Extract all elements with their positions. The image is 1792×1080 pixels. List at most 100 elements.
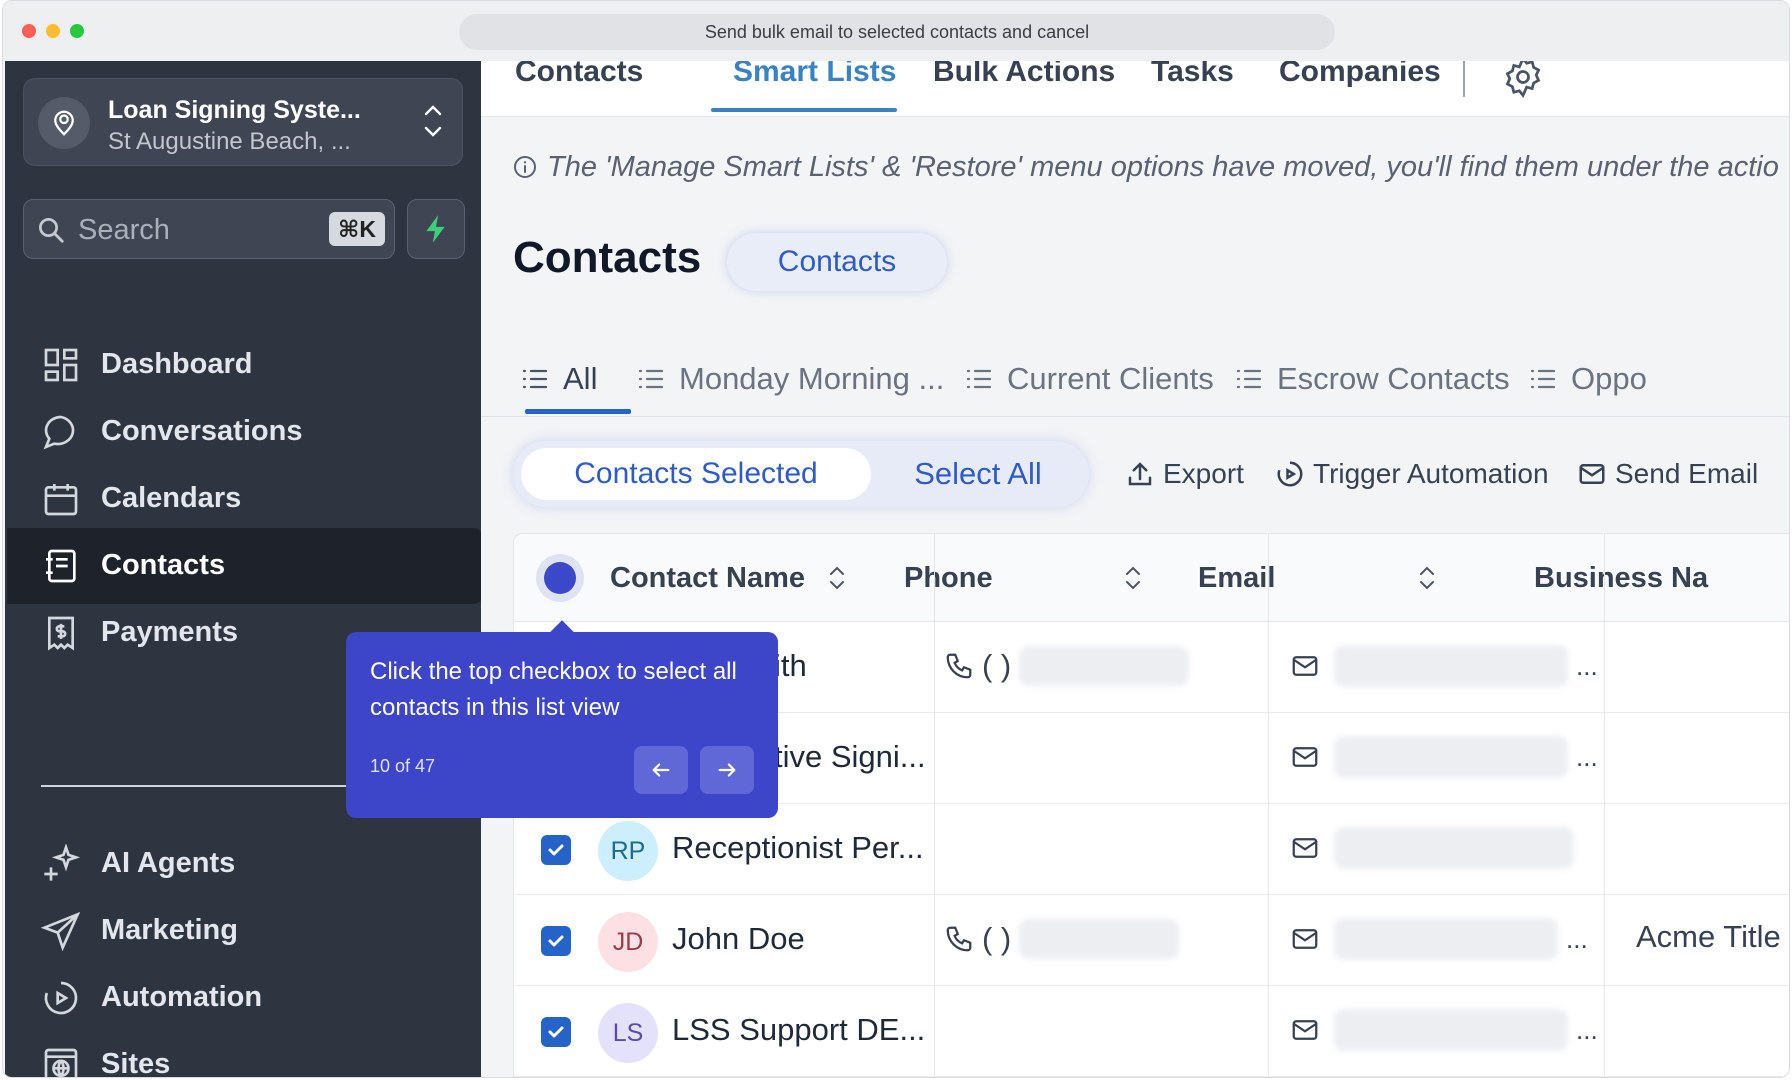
list-icon [966, 369, 992, 389]
email-cell: ... [1290, 1008, 1598, 1052]
search-input[interactable]: Search ⌘K [23, 199, 395, 259]
avatar: JD [598, 912, 658, 972]
page-title: Contacts [513, 233, 702, 282]
tab-smart-lists[interactable]: Smart Lists [733, 61, 896, 89]
tab-bulk-actions[interactable]: Bulk Actions [933, 61, 1115, 89]
smart-list-tab-label: Escrow Contacts [1277, 361, 1510, 396]
close-window-button[interactable] [22, 24, 36, 38]
redacted-phone [1019, 919, 1180, 959]
smart-list-tab-opportunities[interactable]: Oppo [1529, 349, 1647, 409]
mail-icon [1579, 464, 1605, 484]
tooltip-text: Click the top checkbox to select all con… [370, 658, 737, 721]
contact-name[interactable]: tive Signi... [774, 739, 926, 775]
quick-actions-button[interactable] [407, 199, 465, 259]
sort-icon[interactable] [1124, 564, 1142, 592]
trigger-automation-label: Trigger Automation [1313, 458, 1549, 489]
contact-name[interactable]: Receptionist Per... [672, 830, 924, 866]
smart-list-tab-all[interactable]: All [521, 349, 597, 409]
checkmark-icon [548, 1026, 564, 1038]
table-row[interactable]: LS LSS Support DE... ... [514, 986, 1789, 1077]
smart-list-tab-monday-morning[interactable]: Monday Morning ... [637, 349, 944, 409]
info-notice: The 'Manage Smart Lists' & 'Restore' men… [513, 147, 1789, 187]
arrow-right-icon [718, 763, 736, 777]
row-checkbox[interactable] [541, 1017, 571, 1047]
sort-icon[interactable] [1418, 564, 1436, 592]
search-icon [36, 215, 66, 245]
sidebar-item-automation[interactable]: Automation [7, 960, 483, 1036]
sparkle-icon [41, 844, 81, 884]
notice-text: The 'Manage Smart Lists' & 'Restore' men… [547, 150, 1779, 183]
tooltip-next-button[interactable] [700, 746, 754, 794]
column-header-email[interactable]: Email [1198, 534, 1275, 622]
bulk-action-bar: Contacts Selected Select All Export Trig… [513, 441, 1789, 507]
tab-tasks[interactable]: Tasks [1151, 61, 1234, 89]
send-email-button[interactable]: Send Email [1577, 451, 1758, 497]
mail-icon [1292, 1020, 1318, 1040]
chat-bubble-icon [41, 412, 81, 452]
row-checkbox[interactable] [541, 835, 571, 865]
maximize-window-button[interactable] [70, 24, 84, 38]
sidebar-item-marketing[interactable]: Marketing [7, 893, 483, 969]
phone-cell: ( ) [944, 917, 1180, 961]
checkmark-icon [548, 844, 564, 856]
top-navigation: Contacts Smart Lists Bulk Actions Tasks … [481, 61, 1789, 117]
list-icon [1236, 369, 1262, 389]
table-row[interactable]: JD John Doe ( ) ... Acme Title [514, 895, 1789, 986]
contact-name[interactable]: LSS Support DE... [672, 1012, 925, 1048]
chevron-up-down-icon [422, 101, 444, 141]
location-switcher[interactable]: Loan Signing Syste... St Augustine Beach… [23, 78, 463, 166]
phone-cell: ( ) [944, 644, 1190, 688]
sidebar-item-ai-agents[interactable]: AI Agents [7, 826, 483, 902]
lightning-bolt-icon [426, 215, 445, 243]
column-header-business-name[interactable]: Business Na [1534, 534, 1708, 622]
tab-contacts[interactable]: Contacts [515, 61, 643, 89]
active-list-indicator [525, 409, 631, 414]
mail-icon [1292, 929, 1318, 949]
payments-icon [41, 613, 81, 653]
redacted-email [1334, 827, 1574, 869]
gear-icon[interactable] [1501, 61, 1545, 99]
contacts-pill[interactable]: Contacts [727, 233, 947, 291]
select-all-checkbox[interactable] [536, 554, 584, 602]
mail-icon [1292, 656, 1318, 676]
trigger-automation-button[interactable]: Trigger Automation [1275, 451, 1549, 497]
smart-list-tab-label: Oppo [1571, 361, 1647, 396]
email-ellipsis: ... [1566, 923, 1588, 954]
contacts-book-icon [41, 546, 81, 586]
email-cell: ... [1290, 644, 1598, 688]
sidebar-item-contacts[interactable]: Contacts [7, 528, 483, 604]
list-icon [1530, 369, 1556, 389]
address-bar[interactable]: Send bulk email to selected contacts and… [459, 14, 1335, 50]
column-header-phone[interactable]: Phone [904, 534, 993, 622]
sidebar-item-sites[interactable]: Sites [7, 1027, 483, 1077]
minimize-window-button[interactable] [46, 24, 60, 38]
row-checkbox[interactable] [541, 926, 571, 956]
contact-name[interactable]: John Doe [672, 921, 805, 957]
smart-list-tab-escrow-contacts[interactable]: Escrow Contacts [1235, 349, 1510, 409]
tooltip-back-button[interactable] [634, 746, 688, 794]
phone-number: ( ) [982, 648, 1012, 683]
phone-number: ( ) [982, 921, 1012, 956]
smart-list-tab-current-clients[interactable]: Current Clients [965, 349, 1214, 409]
email-ellipsis: ... [1576, 741, 1598, 772]
sidebar: Loan Signing Syste... St Augustine Beach… [5, 61, 483, 1077]
sidebar-item-calendars[interactable]: Calendars [7, 461, 483, 537]
select-all-button[interactable]: Select All [883, 448, 1073, 500]
smart-list-tab-label: Monday Morning ... [679, 361, 945, 396]
redacted-email [1334, 918, 1558, 960]
contacts-selected-chip[interactable]: Contacts Selected [521, 448, 871, 500]
smart-list-tab-label: Current Clients [1007, 361, 1214, 396]
mail-icon [1292, 838, 1318, 858]
redacted-email [1334, 1009, 1568, 1051]
sidebar-item-conversations[interactable]: Conversations [7, 394, 483, 470]
export-button[interactable]: Export [1125, 451, 1244, 497]
sidebar-item-dashboard[interactable]: Dashboard [7, 327, 483, 403]
contact-name[interactable]: ith [774, 648, 807, 684]
column-header-contact-name[interactable]: Contact Name [610, 534, 805, 622]
email-ellipsis: ... [1576, 650, 1598, 681]
upload-icon [1128, 462, 1152, 486]
sort-icon[interactable] [828, 564, 846, 592]
tab-companies[interactable]: Companies [1279, 61, 1441, 89]
active-tab-indicator [711, 108, 897, 112]
sidebar-item-label: Marketing [101, 914, 238, 946]
